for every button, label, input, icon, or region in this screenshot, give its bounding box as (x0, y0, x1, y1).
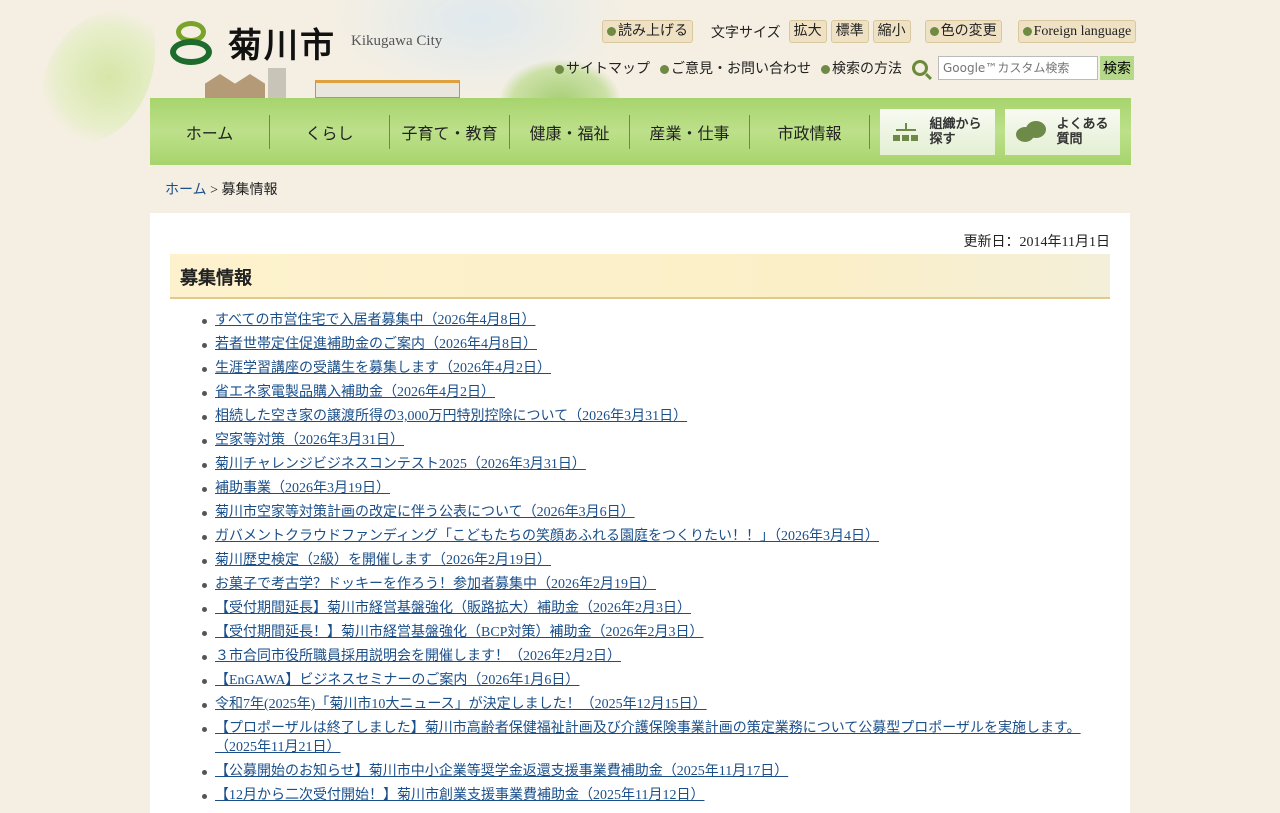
list-item-link[interactable]: 【受付期間延長！】菊川市経営基盤強化（BCP対策）補助金（2026年2月3日） (215, 625, 703, 640)
list-item: 菊川市空家等対策計画の改定に伴う公表について（2026年3月6日） (202, 503, 1095, 522)
contact-link[interactable]: ご意見・お問い合わせ (660, 58, 811, 78)
list-item-link[interactable]: 菊川市空家等対策計画の改定に伴う公表について（2026年3月6日） (215, 505, 635, 520)
list-item-link[interactable]: 【EnGAWA】ビジネスセミナーのご案内（2026年1月6日） (215, 673, 579, 688)
read-aloud-button[interactable]: 読み上げる (602, 20, 693, 43)
faq-label: よくある 質問 (1056, 117, 1108, 147)
org-chart-icon (893, 122, 919, 141)
list-item-link[interactable]: すべての市営住宅で入居者募集中（2026年4月8日） (215, 313, 535, 328)
list-item-link[interactable]: ３市合同市役所職員採用説明会を開催します！（2026年2月2日） (215, 649, 621, 664)
list-item: 菊川歴史検定（2級）を開催します（2026年2月19日） (202, 551, 1095, 570)
list-item-link[interactable]: 補助事業（2026年3月19日） (215, 481, 390, 496)
contact-label: ご意見・お問い合わせ (671, 62, 811, 77)
org-search-label: 組織から 探す (929, 117, 981, 147)
breadcrumb-home[interactable]: ホーム (165, 183, 207, 198)
faq-label-line2: 質問 (1056, 131, 1083, 147)
font-size-label: 文字サイズ (711, 25, 781, 41)
org-label-line1: 組織から (929, 116, 982, 132)
list-item: ガバメントクラウドファンディング「こどもたちの笑顔あふれる園庭をつくりたい！！」… (202, 527, 1095, 546)
nav-health-welfare[interactable]: 健康・福祉 (510, 114, 630, 149)
list-item-link[interactable]: ガバメントクラウドファンディング「こどもたちの笑顔あふれる園庭をつくりたい！！」… (215, 529, 879, 544)
read-aloud-label: 読み上げる (618, 24, 688, 39)
font-small-button[interactable]: 縮小 (872, 20, 911, 43)
list-item-link[interactable]: 菊川チャレンジビジネスコンテスト2025（2026年3月31日） (215, 457, 586, 472)
foreign-language-button[interactable]: Foreign language (1017, 20, 1137, 43)
nav-living[interactable]: くらし (270, 114, 390, 149)
color-change-button[interactable]: 色の変更 (924, 20, 1002, 43)
main-content: 更新日：2014年11月1日 募集情報 すべての市営住宅で入居者募集中（2026… (150, 213, 1130, 813)
sitemap-link[interactable]: サイトマップ (555, 58, 650, 78)
speech-bubble-icon (1016, 120, 1047, 143)
list-item-link[interactable]: 菊川歴史検定（2級）を開催します（2026年2月19日） (215, 553, 551, 568)
font-normal-button[interactable]: 標準 (830, 20, 869, 43)
list-item-link[interactable]: 【公募開始のお知らせ】菊川市中小企業等奨学金返還支援事業費補助金（2025年11… (215, 764, 788, 779)
arrow-icon (555, 65, 564, 75)
list-item: 若者世帯定住促進補助金のご案内（2026年4月8日） (202, 335, 1095, 354)
updated-date: 更新日：2014年11月1日 (963, 235, 1110, 250)
nav-childcare-education[interactable]: 子育て・教育 (390, 114, 510, 149)
global-nav: ホーム くらし 子育て・教育 健康・福祉 産業・仕事 市政情報 組織から 探す よ… (150, 98, 1131, 165)
faq-label-line1: よくある (1056, 116, 1109, 132)
train-illustration (315, 80, 460, 98)
list-item: 【受付期間延長】菊川市経営基盤強化（販路拡大）補助金（2026年2月3日） (202, 599, 1095, 618)
breadcrumb-current: 募集情報 (221, 183, 278, 198)
list-item: 【プロポーザルは終了しました】菊川市高齢者保健福祉計画及び介護保険事業計画の策定… (202, 719, 1095, 757)
nav-city-admin[interactable]: 市政情報 (750, 114, 870, 149)
foreign-language-label: Foreign language (1033, 24, 1132, 39)
breadcrumb: ホーム > 募集情報 (165, 179, 278, 199)
arrow-icon (607, 27, 616, 37)
arrow-icon (929, 27, 939, 37)
list-item-link[interactable]: 【12月から二次受付開始！】菊川市創業支援事業費補助金（2025年11月12日） (215, 788, 704, 803)
list-item-link[interactable]: 【受付期間延長】菊川市経営基盤強化（販路拡大）補助金（2026年2月3日） (215, 601, 691, 616)
list-item: ３市合同市役所職員採用説明会を開催します！（2026年2月2日） (202, 647, 1095, 666)
arrow-icon (660, 65, 669, 75)
recruitment-list: すべての市営住宅で入居者募集中（2026年4月8日） 若者世帯定住促進補助金のご案… (202, 311, 1095, 810)
list-item-link[interactable]: 空家等対策（2026年3月31日） (215, 433, 404, 448)
org-label-line2: 探す (929, 131, 956, 147)
font-large-button[interactable]: 拡大 (788, 20, 827, 43)
list-item: 菊川チャレンジビジネスコンテスト2025（2026年3月31日） (202, 455, 1095, 474)
faq-button[interactable]: よくある 質問 (1005, 108, 1120, 155)
list-item: 【公募開始のお知らせ】菊川市中小企業等奨学金返還支援事業費補助金（2025年11… (202, 762, 1095, 781)
logo-text: 菊川市 (228, 26, 336, 66)
list-item: 空家等対策（2026年3月31日） (202, 431, 1095, 450)
arrow-icon (1022, 27, 1032, 37)
tea-leaf-decoration (40, 10, 155, 145)
list-item-link[interactable]: 【プロポーザルは終了しました】菊川市高齢者保健福祉計画及び介護保険事業計画の策定… (215, 721, 1081, 755)
list-item-link[interactable]: お菓子で考古学？ドッキーを作ろう！参加者募集中（2026年2月19日） (215, 577, 656, 592)
list-item: 【受付期間延長！】菊川市経営基盤強化（BCP対策）補助金（2026年2月3日） (202, 623, 1095, 642)
breadcrumb-separator: > (206, 183, 222, 198)
site-logo[interactable]: 菊川市 (168, 18, 336, 67)
city-emblem-icon (168, 19, 218, 67)
list-item: 【12月から二次受付開始！】菊川市創業支援事業費補助金（2025年11月12日） (202, 786, 1095, 805)
page-title: 募集情報 (170, 254, 1110, 299)
list-item: 令和7年(2025年)「菊川市10大ニュース」が決定しました！（2025年12月… (202, 695, 1095, 714)
list-item-link[interactable]: 省エネ家電製品購入補助金（2026年4月2日） (215, 385, 495, 400)
search-help-link[interactable]: 検索の方法 (821, 58, 902, 78)
search-icon (912, 60, 928, 76)
nav-home[interactable]: ホーム (150, 114, 270, 149)
list-item: すべての市営住宅で入居者募集中（2026年4月8日） (202, 311, 1095, 330)
arrow-icon (821, 65, 830, 75)
list-item: 補助事業（2026年3月19日） (202, 479, 1095, 498)
list-item: お菓子で考古学？ドッキーを作ろう！参加者募集中（2026年2月19日） (202, 575, 1095, 594)
list-item: 省エネ家電製品購入補助金（2026年4月2日） (202, 383, 1095, 402)
list-item: 【EnGAWA】ビジネスセミナーのご案内（2026年1月6日） (202, 671, 1095, 690)
list-item-link[interactable]: 若者世帯定住促進補助金のご案内（2026年4月8日） (215, 337, 537, 352)
color-change-label: 色の変更 (940, 24, 997, 39)
nav-industry-work[interactable]: 産業・仕事 (630, 114, 750, 149)
search-button[interactable]: 検索 (1100, 56, 1134, 80)
sitemap-label: サイトマップ (566, 62, 650, 77)
search-input[interactable] (938, 56, 1098, 80)
search-help-label: 検索の方法 (832, 62, 902, 77)
list-item-link[interactable]: 令和7年(2025年)「菊川市10大ニュース」が決定しました！（2025年12月… (215, 697, 707, 712)
list-item: 生涯学習講座の受講生を募集します（2026年4月2日） (202, 359, 1095, 378)
list-item: 相続した空き家の譲渡所得の3,000万円特別控除について（2026年3月31日） (202, 407, 1095, 426)
logo-english: Kikugawa City (351, 33, 443, 49)
utility-bar: 読み上げる 文字サイズ 拡大 標準 縮小 色の変更 Foreign langua… (602, 20, 1137, 43)
org-search-button[interactable]: 組織から 探す (880, 108, 995, 155)
secondary-links: サイトマップ ご意見・お問い合わせ 検索の方法 検索 (555, 56, 1134, 80)
list-item-link[interactable]: 相続した空き家の譲渡所得の3,000万円特別控除について（2026年3月31日） (215, 409, 687, 424)
list-item-link[interactable]: 生涯学習講座の受講生を募集します（2026年4月2日） (215, 361, 551, 376)
